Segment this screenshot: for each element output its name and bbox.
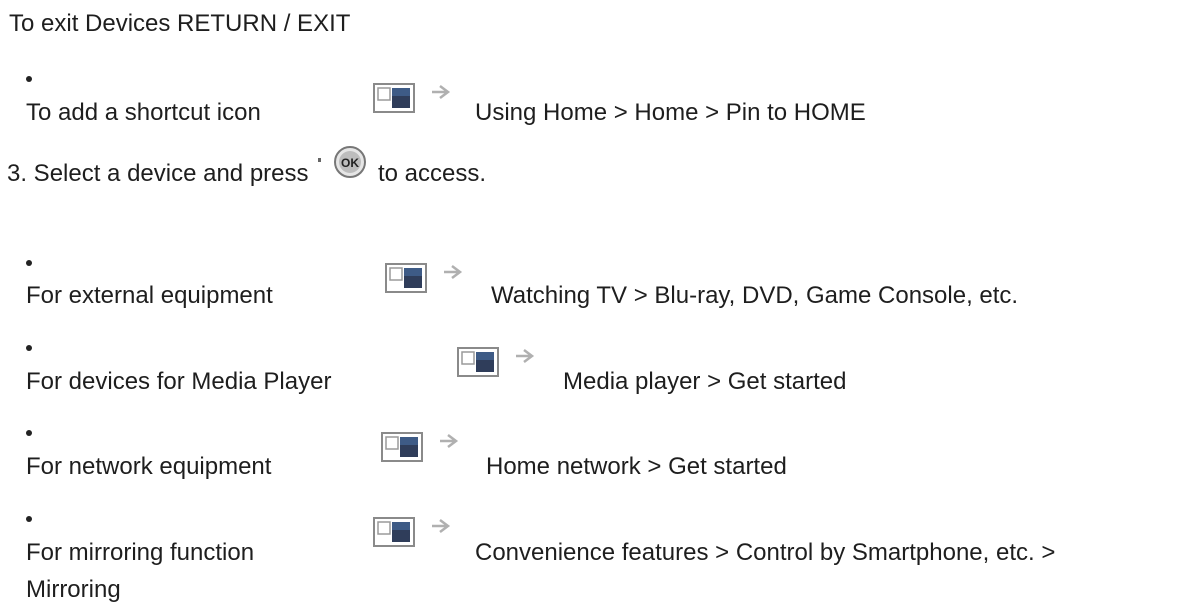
item-label-network: For network equipment <box>26 453 272 480</box>
reference-arrow-icon <box>372 512 462 558</box>
item-label-mirroring: For mirroring function <box>26 539 255 566</box>
step3-text: 3. Select a device and press <box>7 160 309 187</box>
svg-text:OK: OK <box>341 156 359 170</box>
bullet <box>26 516 32 522</box>
shortcut-ref[interactable]: Using Home > Home > Pin to HOME <box>475 99 866 127</box>
bullet <box>26 345 32 351</box>
step3-after: to access. <box>378 160 487 187</box>
bullet <box>26 260 32 266</box>
exit-item: To exit Devices RETURN / EXIT <box>9 10 351 37</box>
reference-arrow-icon <box>380 427 470 473</box>
item-ref-mirroring-cont[interactable]: Mirroring <box>26 576 121 604</box>
shortcut-label: To add a shortcut icon <box>26 99 261 126</box>
item-ref-mirroring[interactable]: Convenience features > Control by Smartp… <box>475 539 1055 567</box>
item-ref-media-player[interactable]: Media player > Get started <box>563 368 846 396</box>
bullet <box>26 76 32 82</box>
reference-arrow-icon <box>456 342 546 388</box>
item-label-media-player: For devices for Media Player <box>26 368 332 395</box>
item-ref-external[interactable]: Watching TV > Blu-ray, DVD, Game Console… <box>491 282 1018 310</box>
reference-arrow-icon <box>384 258 474 304</box>
item-ref-network[interactable]: Home network > Get started <box>486 453 787 481</box>
divider <box>318 158 321 162</box>
item-label-external: For external equipment <box>26 282 273 309</box>
reference-arrow-icon <box>372 78 462 124</box>
ok-button-icon: OK <box>330 145 370 185</box>
bullet <box>26 430 32 436</box>
